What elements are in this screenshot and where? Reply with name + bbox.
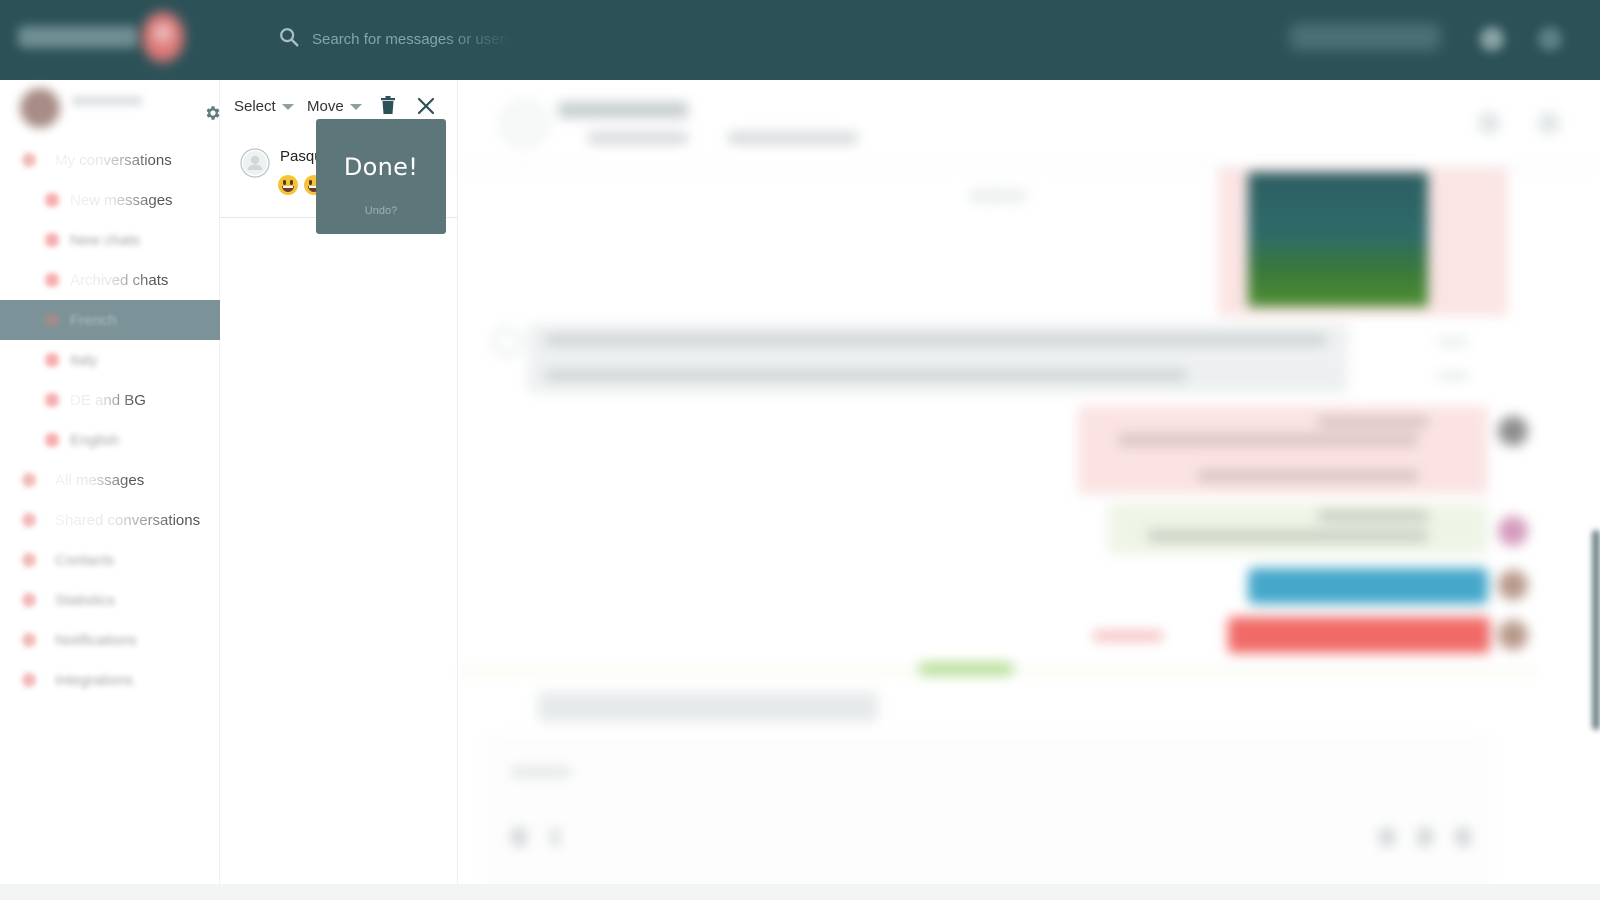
profile[interactable] xyxy=(20,88,220,140)
top-bar xyxy=(0,0,1600,80)
outgoing-message-failed[interactable] xyxy=(1228,617,1490,653)
bell-icon xyxy=(22,633,36,647)
global-search[interactable] xyxy=(278,26,512,53)
archive-icon xyxy=(45,273,59,287)
chevron-down-icon xyxy=(349,104,362,110)
sidebar-item-french[interactable]: French xyxy=(0,300,220,340)
search-icon xyxy=(278,26,300,53)
folder-icon xyxy=(45,393,59,407)
template-icon[interactable] xyxy=(1379,827,1395,847)
avatar[interactable] xyxy=(20,88,60,128)
bell-icon[interactable] xyxy=(1480,27,1504,51)
profile-name xyxy=(72,96,142,106)
trash-icon[interactable] xyxy=(380,96,396,114)
inbox-icon xyxy=(45,193,59,207)
date-separator xyxy=(968,188,1028,204)
avatar xyxy=(1498,516,1528,546)
contacts-icon xyxy=(22,553,36,567)
incoming-message xyxy=(528,324,1348,358)
incoming-message xyxy=(528,359,1348,393)
user-menu[interactable] xyxy=(1290,24,1440,50)
select-label: Select xyxy=(234,97,276,115)
bulk-action-toolbar: Select Move xyxy=(234,94,454,118)
sidebar-nav: My conversations New messages New chats … xyxy=(0,140,220,700)
sidebar-item-all-messages[interactable]: All messages xyxy=(0,460,220,500)
grinning-face-emoji-icon xyxy=(278,175,298,195)
outgoing-message xyxy=(1248,568,1488,604)
avatar xyxy=(1498,570,1528,600)
contact-name xyxy=(558,102,688,118)
folder-icon xyxy=(45,433,59,447)
chat-pane xyxy=(458,80,1600,900)
note-icon[interactable] xyxy=(1417,827,1433,847)
brand-logo-text[interactable] xyxy=(18,26,138,48)
outgoing-message xyxy=(1078,406,1488,494)
done-toast: Done! Undo? xyxy=(316,119,446,234)
apps-icon[interactable] xyxy=(1538,27,1562,51)
sidebar-item-english[interactable]: English xyxy=(0,420,220,460)
folder-icon xyxy=(45,313,59,327)
sidebar-item-integrations[interactable]: Integrations xyxy=(0,660,220,700)
move-label: Move xyxy=(307,97,344,115)
footer-strip xyxy=(0,884,1600,900)
sidebar-item-new-chats[interactable]: New chats xyxy=(0,220,220,260)
chat-icon xyxy=(45,233,59,247)
contact-avatar xyxy=(500,100,548,148)
chat-header xyxy=(458,80,1600,168)
sidebar-item-contacts[interactable]: Contacts xyxy=(0,540,220,580)
contact-email xyxy=(728,132,858,144)
message-time xyxy=(1438,338,1468,346)
send-icon[interactable] xyxy=(1455,827,1471,847)
profile-status xyxy=(72,114,162,124)
message-composer[interactable] xyxy=(488,738,1488,888)
folder-icon xyxy=(22,153,36,167)
sidebar-item-shared-conversations[interactable]: Shared conversations xyxy=(0,500,220,540)
messages-icon xyxy=(22,473,36,487)
failed-status xyxy=(1093,631,1163,641)
sidebar-item-notifications[interactable]: Notifications xyxy=(0,620,220,660)
message-time xyxy=(1438,372,1468,380)
avatar xyxy=(1498,416,1528,446)
brand-logo-icon[interactable] xyxy=(142,12,184,62)
folder-icon xyxy=(45,353,59,367)
outgoing-message xyxy=(1108,504,1488,554)
attach-icon[interactable] xyxy=(551,827,559,847)
new-messages-label xyxy=(918,662,1014,676)
select-dropdown[interactable]: Select xyxy=(234,98,294,115)
move-dropdown[interactable]: Move xyxy=(307,98,362,115)
toast-title: Done! xyxy=(343,153,419,181)
sidebar: My conversations New messages New chats … xyxy=(0,80,220,900)
more-icon[interactable] xyxy=(1538,112,1560,134)
image-attachment[interactable] xyxy=(1248,172,1428,307)
info-icon[interactable] xyxy=(1478,112,1500,134)
close-icon[interactable] xyxy=(416,96,436,116)
sidebar-item-my-conversations[interactable]: My conversations xyxy=(0,140,220,180)
composer-placeholder xyxy=(511,767,571,777)
search-input[interactable] xyxy=(312,31,512,48)
sidebar-item-italy[interactable]: Italy xyxy=(0,340,220,380)
avatar xyxy=(1498,620,1528,650)
sidebar-item-archived-chats[interactable]: Archived chats xyxy=(0,260,220,300)
chevron-down-icon xyxy=(281,104,294,110)
sidebar-item-statistics[interactable]: Statistics xyxy=(0,580,220,620)
chat-scrollbar[interactable] xyxy=(1592,530,1600,730)
plug-icon xyxy=(22,673,36,687)
user-avatar-icon xyxy=(240,148,270,178)
incoming-message xyxy=(538,692,878,722)
sidebar-item-new-messages[interactable]: New messages xyxy=(0,180,220,220)
user-avatar-icon xyxy=(493,328,521,356)
emoji-icon[interactable] xyxy=(511,827,527,847)
undo-link[interactable]: Undo? xyxy=(316,205,446,217)
contact-phone xyxy=(588,132,688,144)
chart-icon xyxy=(22,593,36,607)
share-icon xyxy=(22,513,36,527)
sidebar-item-de-and-bg[interactable]: DE and BG xyxy=(0,380,220,420)
